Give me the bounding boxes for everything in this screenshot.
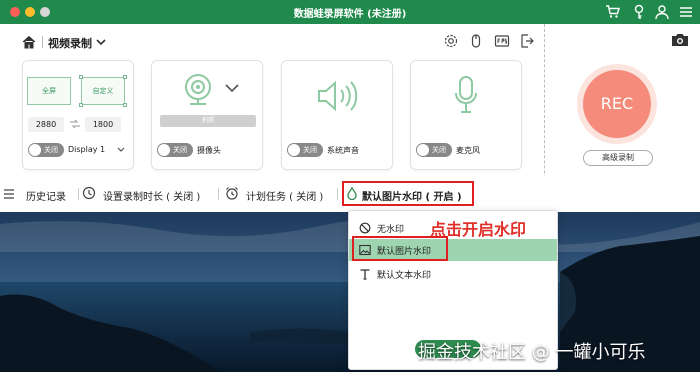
microphone-icon [455, 76, 477, 113]
fps-icon[interactable] [494, 33, 510, 49]
speaker-icon [318, 80, 358, 112]
toolbar-separator [42, 36, 43, 48]
microphone-card: 关闭 麦克风 [410, 60, 522, 170]
menu-icon[interactable] [678, 4, 694, 20]
fullscreen-button[interactable]: 全屏 [27, 77, 71, 105]
text-watermark-option[interactable]: 默认文本水印 [349, 263, 557, 285]
annotation-text: 点击开启水印 [430, 220, 527, 239]
nav-separator [337, 188, 338, 200]
history-link[interactable]: 历史记录 [26, 188, 66, 203]
text-icon [360, 269, 370, 280]
key-icon[interactable] [631, 4, 647, 20]
exit-icon[interactable] [519, 33, 535, 49]
recording-mode-label[interactable]: 视频录制 [48, 35, 92, 51]
system-audio-toggle[interactable]: 关闭 [287, 143, 323, 157]
home-icon[interactable] [22, 35, 36, 49]
mouse-icon[interactable] [468, 33, 484, 49]
cart-icon[interactable] [605, 4, 621, 20]
screenshot-camera-icon[interactable] [671, 32, 689, 48]
webcam-icon [185, 74, 211, 105]
screen-area-card: 全屏 自定义 2880 1800 关闭 Display 1 [22, 60, 134, 170]
watermark-highlight-box [342, 181, 474, 206]
chevron-down-icon[interactable] [95, 37, 107, 47]
custom-area-label: 自定义 [92, 87, 114, 95]
alarm-clock-icon [226, 187, 238, 200]
rec-button[interactable]: REC [583, 70, 651, 138]
nav-separator [78, 188, 79, 200]
microphone-toggle[interactable]: 关闭 [416, 143, 452, 157]
system-audio-card: 关闭 系统声音 [281, 60, 393, 170]
window-title: 数据蛙录屏软件 (未注册) [293, 9, 407, 20]
microphone-label: 麦克风 [456, 146, 480, 155]
display-select[interactable]: Display 1 [68, 145, 105, 154]
user-icon[interactable] [654, 4, 670, 20]
fullscreen-label: 全屏 [42, 87, 56, 95]
toolbar: 视频录制 [0, 24, 545, 60]
camera-card: 拍照 关闭 摄像头 [151, 60, 263, 170]
camera-toggle[interactable]: 关闭 [157, 143, 193, 157]
dropdown-item-label: 无水印 [377, 225, 405, 235]
credit-watermark: 掘金技术社区 @ 一罐小可乐 [418, 342, 646, 363]
chevron-down-icon[interactable] [117, 147, 125, 153]
title-bar: 数据蛙录屏软件 (未注册) [0, 0, 700, 24]
record-duration-link[interactable]: 设置录制时长 ( 关闭 ) [103, 188, 200, 203]
prohibited-icon [359, 222, 371, 234]
width-input[interactable]: 2880 [28, 117, 64, 132]
dropdown-item-label: 默认文本水印 [377, 271, 432, 281]
height-input[interactable]: 1800 [85, 117, 121, 132]
link-icon[interactable] [69, 119, 81, 129]
camera-label: 摄像头 [197, 146, 221, 155]
custom-area-button[interactable]: 自定义 [79, 75, 127, 107]
system-audio-label: 系统声音 [327, 146, 359, 155]
screen-toggle[interactable]: 关闭 [28, 143, 64, 157]
clock-icon [82, 186, 96, 200]
nav-separator [218, 188, 219, 200]
list-icon [4, 189, 14, 199]
take-photo-button[interactable]: 拍照 [160, 115, 256, 127]
chevron-down-icon[interactable] [224, 83, 240, 93]
scheduled-task-link[interactable]: 计划任务 ( 关闭 ) [246, 188, 323, 203]
settings-icon[interactable] [443, 33, 459, 49]
advanced-recording-button[interactable]: 高级录制 [583, 150, 653, 166]
